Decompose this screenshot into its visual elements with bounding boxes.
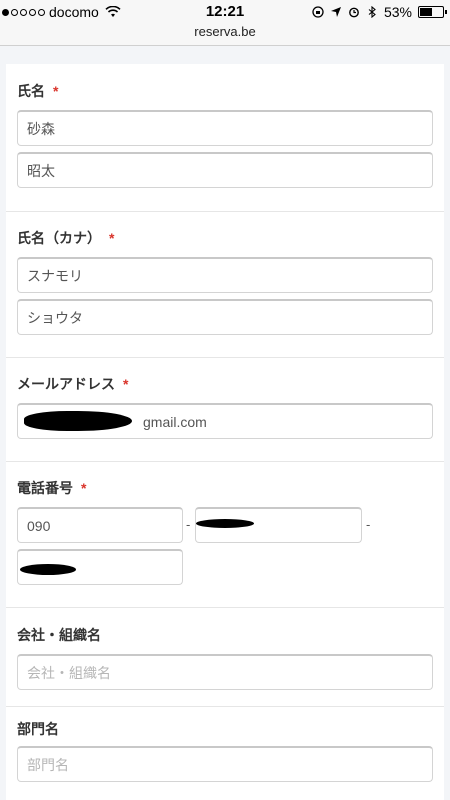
company-label: 会社・組織名 xyxy=(17,627,101,643)
battery-fill xyxy=(420,8,432,16)
department-label: 部門名 xyxy=(17,721,59,737)
phone-label: 電話番号 * xyxy=(17,480,87,496)
bluetooth-icon xyxy=(368,6,376,18)
status-bar: docomo 12:21 53% xyxy=(0,0,450,24)
section-divider xyxy=(6,211,444,212)
company-input[interactable]: 会社・組織名 xyxy=(17,654,433,690)
email-label: メールアドレス * xyxy=(17,376,129,392)
department-input[interactable]: 部門名 xyxy=(17,746,433,782)
phone-separator: - xyxy=(366,517,371,532)
section-divider xyxy=(6,706,444,707)
kana-last-name-input[interactable]: スナモリ xyxy=(17,257,433,293)
location-arrow-icon xyxy=(330,7,341,17)
alarm-icon xyxy=(349,7,359,18)
redaction-mark xyxy=(24,411,132,431)
orientation-lock-icon xyxy=(312,6,324,18)
first-name-input[interactable]: 昭太 xyxy=(17,152,433,188)
address-bar[interactable]: reserva.be xyxy=(0,24,450,46)
required-mark: * xyxy=(123,376,129,392)
required-mark: * xyxy=(81,480,87,496)
section-divider xyxy=(6,357,444,358)
page-background: 氏名 * 砂森 昭太 氏名（カナ） * スナモリ ショウタ メールアドレス * gma… xyxy=(0,47,450,800)
section-divider xyxy=(6,461,444,462)
url-text: reserva.be xyxy=(194,24,256,39)
required-mark: * xyxy=(53,83,59,99)
last-name-input[interactable]: 砂森 xyxy=(17,110,433,146)
status-right: 53% xyxy=(312,4,447,20)
section-divider xyxy=(6,607,444,608)
battery-percentage: 53% xyxy=(383,4,412,20)
email-domain-text: gmail.com xyxy=(143,414,207,430)
name-label: 氏名 * xyxy=(17,83,59,99)
battery-icon xyxy=(418,6,447,18)
phone-separator: - xyxy=(186,517,191,532)
redaction-mark xyxy=(196,519,254,528)
kana-name-label: 氏名（カナ） * xyxy=(17,230,115,246)
redaction-mark xyxy=(20,564,76,575)
reservation-form: 氏名 * 砂森 昭太 氏名（カナ） * スナモリ ショウタ メールアドレス * gma… xyxy=(6,64,444,800)
phone-part1-input[interactable]: 090 xyxy=(17,507,183,543)
kana-first-name-input[interactable]: ショウタ xyxy=(17,299,433,335)
required-mark: * xyxy=(109,230,115,246)
